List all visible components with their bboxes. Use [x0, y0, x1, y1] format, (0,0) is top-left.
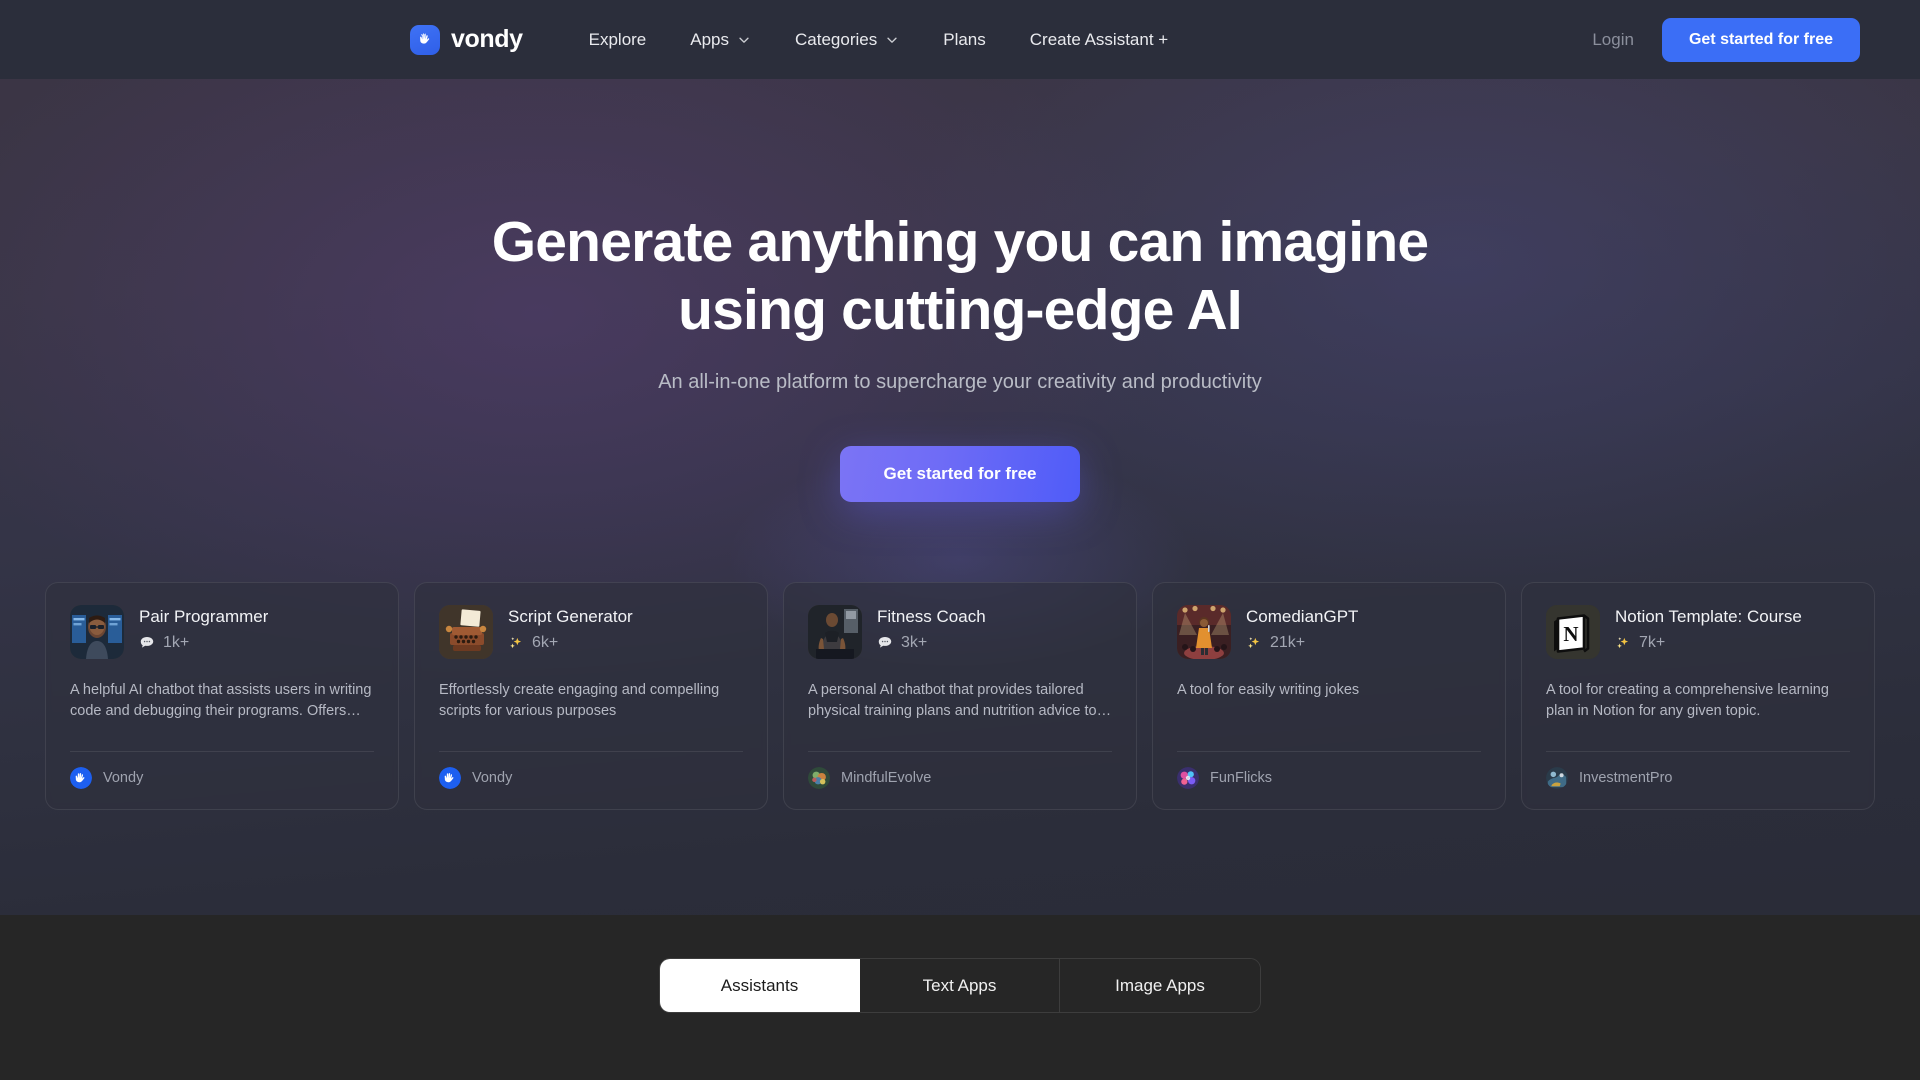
- card-description: A tool for easily writing jokes: [1177, 682, 1360, 698]
- woman-at-computer-thumbnail: [70, 605, 124, 659]
- chevron-down-icon: [737, 33, 751, 47]
- card-author[interactable]: FunFlicks: [1177, 752, 1481, 789]
- card-stat-value: 6k+: [532, 634, 559, 652]
- card-author-name: Vondy: [103, 770, 144, 786]
- card-stat-value: 7k+: [1639, 634, 1666, 652]
- sparkles-icon: [508, 635, 524, 651]
- card-stat: 1k+: [139, 634, 268, 652]
- nav-link-create-assistant[interactable]: Create Assistant +: [1008, 0, 1190, 79]
- card-author-name: InvestmentPro: [1579, 770, 1673, 786]
- card-header: Fitness Coach 3k+: [808, 605, 1112, 659]
- chevron-down-icon: [885, 33, 899, 47]
- featured-cards-row: Pair Programmer 1k+ A helpful AI chatbot…: [45, 582, 1875, 810]
- vondy-logo-avatar: [439, 767, 461, 789]
- card-stat: 7k+: [1615, 634, 1802, 652]
- card-header: ComedianGPT 21k+: [1177, 605, 1481, 659]
- brand-name: vondy: [451, 25, 523, 53]
- card-header: Script Generator 6k+: [439, 605, 743, 659]
- nav-link-label: Explore: [588, 30, 647, 49]
- card-stat: 6k+: [508, 634, 633, 652]
- nav-link-label: Create Assistant +: [1029, 30, 1169, 49]
- card-header-text: Script Generator 6k+: [508, 605, 633, 652]
- card-title: ComedianGPT: [1246, 607, 1359, 626]
- nav-link-plans[interactable]: Plans: [921, 0, 1008, 79]
- card-author[interactable]: Vondy: [70, 752, 374, 789]
- nav-link-label: Categories: [795, 30, 878, 49]
- card-description: A tool for creating a comprehensive lear…: [1546, 682, 1829, 720]
- card-author[interactable]: MindfulEvolve: [808, 752, 1112, 789]
- nav-link-explore[interactable]: Explore: [567, 0, 669, 79]
- lower-section: Assistants Text Apps Image Apps: [0, 915, 1920, 1080]
- nav-link-categories[interactable]: Categories: [773, 0, 921, 79]
- chat-bubble-icon: [877, 635, 893, 651]
- investmentpro-avatar: [1546, 767, 1568, 789]
- nav-right-group: Login Get started for free: [1592, 17, 1860, 62]
- card-stat-value: 1k+: [163, 634, 190, 652]
- tab-image-apps[interactable]: Image Apps: [1060, 959, 1260, 1012]
- app-card[interactable]: Script Generator 6k+ Effortlessly create…: [414, 582, 768, 810]
- notion-logo-thumbnail: N: [1546, 605, 1600, 659]
- login-link[interactable]: Login: [1592, 30, 1634, 50]
- nav-link-label: Plans: [943, 30, 986, 49]
- category-tabbar: Assistants Text Apps Image Apps: [659, 958, 1261, 1013]
- hero-title-line-1: Generate anything you can imagine: [491, 210, 1429, 274]
- card-stat-value: 3k+: [901, 634, 928, 652]
- card-description: Effortlessly create engaging and compell…: [439, 682, 720, 720]
- card-author[interactable]: Vondy: [439, 752, 743, 789]
- mindfulevolve-avatar: [808, 767, 830, 789]
- app-card[interactable]: N Notion Template: Course 7k+ A tool for…: [1521, 582, 1875, 810]
- shaka-hand-icon: [410, 24, 440, 55]
- brand-logo[interactable]: vondy: [410, 24, 523, 55]
- hero-content: Generate anything you can imagine using …: [0, 79, 1920, 502]
- card-stat-value: 21k+: [1270, 634, 1306, 652]
- hero-title: Generate anything you can imagine using …: [0, 209, 1920, 345]
- card-header-text: Fitness Coach 3k+: [877, 605, 986, 652]
- app-card[interactable]: Fitness Coach 3k+ A personal AI chatbot …: [783, 582, 1137, 810]
- card-author[interactable]: InvestmentPro: [1546, 752, 1850, 789]
- hero-title-line-2: using cutting-edge AI: [678, 277, 1243, 342]
- svg-text:N: N: [1563, 622, 1578, 646]
- hero-subtitle: An all-in-one platform to supercharge yo…: [658, 370, 1262, 393]
- nav-links: Explore Apps Categories Plans Create Ass…: [567, 0, 1191, 79]
- page-root: vondy Explore Apps Categories Plans Crea…: [0, 0, 1920, 1080]
- card-header-text: Notion Template: Course 7k+: [1615, 605, 1802, 652]
- funflicks-avatar: [1177, 767, 1199, 789]
- athlete-training-thumbnail: [808, 605, 862, 659]
- vondy-logo-avatar: [70, 767, 92, 789]
- sparkles-icon: [1246, 635, 1262, 651]
- hero-get-started-button[interactable]: Get started for free: [840, 445, 1080, 502]
- hero-section: Generate anything you can imagine using …: [0, 79, 1920, 915]
- sparkles-icon: [1615, 635, 1631, 651]
- card-stat: 3k+: [877, 634, 986, 652]
- card-header-text: Pair Programmer 1k+: [139, 605, 268, 652]
- nav-link-label: Apps: [690, 30, 730, 49]
- top-navbar: vondy Explore Apps Categories Plans Crea…: [0, 0, 1920, 79]
- card-description: A personal AI chatbot that provides tail…: [808, 682, 1112, 720]
- card-header-text: ComedianGPT 21k+: [1246, 605, 1358, 652]
- app-card[interactable]: ComedianGPT 21k+ A tool for easily writi…: [1152, 582, 1506, 810]
- card-author-name: FunFlicks: [1210, 770, 1273, 786]
- card-title: Fitness Coach: [877, 607, 986, 626]
- chat-bubble-icon: [139, 635, 155, 651]
- card-header: N Notion Template: Course 7k+: [1546, 605, 1850, 659]
- tab-assistants[interactable]: Assistants: [660, 959, 860, 1012]
- card-author-name: MindfulEvolve: [841, 770, 932, 786]
- card-title: Script Generator: [508, 607, 633, 626]
- navbar-get-started-button[interactable]: Get started for free: [1661, 17, 1860, 62]
- card-title: Notion Template: Course: [1615, 607, 1802, 626]
- card-title: Pair Programmer: [139, 607, 269, 626]
- typewriter-thumbnail: [439, 605, 493, 659]
- card-header: Pair Programmer 1k+: [70, 605, 374, 659]
- comedian-on-stage-thumbnail: [1177, 605, 1231, 659]
- tab-text-apps[interactable]: Text Apps: [860, 959, 1060, 1012]
- card-description: A helpful AI chatbot that assists users …: [70, 682, 372, 720]
- app-card[interactable]: Pair Programmer 1k+ A helpful AI chatbot…: [45, 582, 399, 810]
- card-author-name: Vondy: [472, 770, 513, 786]
- card-stat: 21k+: [1246, 634, 1358, 652]
- nav-link-apps[interactable]: Apps: [668, 0, 773, 79]
